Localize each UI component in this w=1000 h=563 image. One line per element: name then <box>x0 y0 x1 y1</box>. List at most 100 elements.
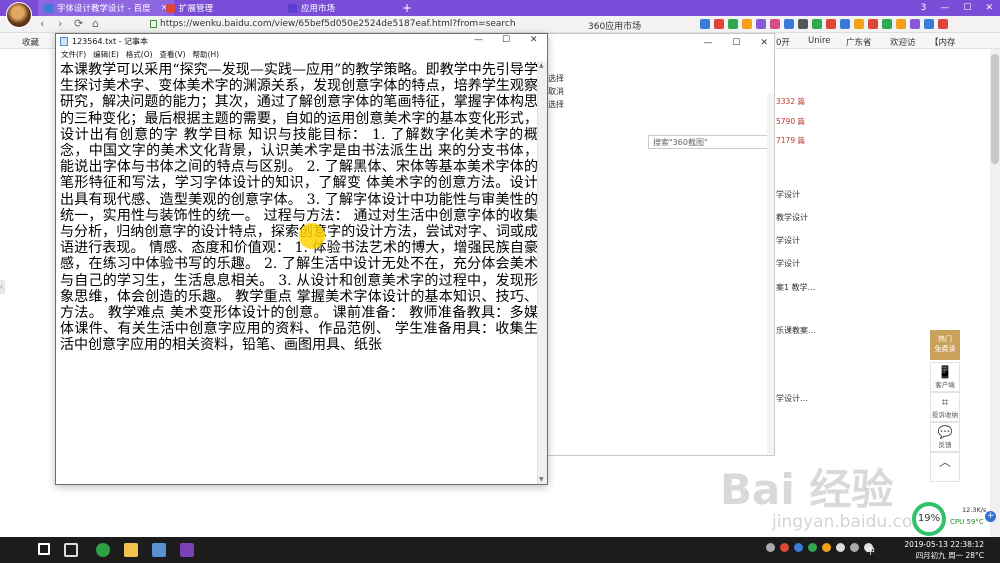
tab-counter[interactable]: 3 <box>914 3 934 13</box>
close-button[interactable]: ✕ <box>530 35 538 45</box>
tab-extensions[interactable]: 扩展管理 <box>160 0 219 16</box>
explorer-scrollbar[interactable] <box>767 94 774 454</box>
notepad-text-area[interactable]: 本课教学可以采用“探究—发现—实践—应用”的教学策略。即教学中先引导学生探讨美术… <box>57 61 538 484</box>
tray-icon[interactable] <box>836 543 845 552</box>
notepad-taskbar-icon[interactable] <box>152 543 166 557</box>
notepad-scrollbar[interactable]: ▲ ▼ <box>537 61 547 484</box>
bookmark-item[interactable]: 欢迎访 <box>890 36 916 48</box>
extension-icon[interactable] <box>812 19 822 29</box>
network-speed-widget[interactable]: 19% 12.3K/s CPU 59°C + <box>910 498 1000 536</box>
new-tab-button[interactable]: + <box>402 0 412 16</box>
related-doc-link[interactable]: 学设计 <box>776 235 800 246</box>
extension-icon[interactable] <box>714 19 724 29</box>
page-scrollbar-thumb[interactable] <box>991 54 999 164</box>
extension-icon[interactable] <box>742 19 752 29</box>
tab-label: 字体设计教学设计 - 百度 <box>57 4 151 14</box>
bookmark-item[interactable]: 广东省 <box>846 36 872 48</box>
explorer-search-input[interactable]: 搜索"360截图" <box>648 135 770 149</box>
plus-icon[interactable]: + <box>985 511 996 522</box>
maximize-button[interactable]: ☐ <box>732 38 740 48</box>
close-button[interactable]: ✕ <box>978 3 1000 13</box>
windows-start-icon[interactable] <box>38 543 50 555</box>
input-method-indicator[interactable]: 中 <box>866 544 875 557</box>
baidu-wenku-icon <box>44 3 53 13</box>
tray-icon[interactable] <box>808 543 817 552</box>
ribbon-select-all[interactable]: 选择 <box>548 72 564 85</box>
scroll-up-icon[interactable]: ▲ <box>539 62 544 69</box>
free-read-label: 免费读 <box>934 345 956 353</box>
tray-icon[interactable] <box>766 543 775 552</box>
system-clock[interactable]: 2019-05-13 22:38:12 四月初九 周一 28°C <box>902 539 984 561</box>
back-to-top-button[interactable]: ︿ <box>930 452 960 482</box>
menu-file[interactable]: 文件(F) <box>61 49 86 60</box>
browser-navbar: ‹ › ⟳ ⌂ https://wenku.baidu.com/view/65b… <box>0 16 1000 33</box>
minimize-button[interactable]: — <box>933 3 956 13</box>
tray-icon[interactable] <box>822 543 831 552</box>
related-doc-link[interactable]: 教学设计 <box>776 212 808 223</box>
tab-app-market[interactable]: 应用市场 <box>282 0 341 16</box>
explorer-ribbon-items: 选择 取消 选择 <box>548 72 564 111</box>
extension-icon[interactable] <box>910 19 920 29</box>
extension-icon[interactable] <box>854 19 864 29</box>
extension-icon[interactable] <box>756 19 766 29</box>
tray-icon[interactable] <box>780 543 789 552</box>
browser-360-icon[interactable] <box>96 543 110 557</box>
menu-help[interactable]: 帮助(H) <box>193 49 220 60</box>
hot-label: 热门 <box>938 335 952 343</box>
related-doc-link[interactable]: 学设计... <box>776 393 808 404</box>
menu-edit[interactable]: 编辑(E) <box>93 49 119 60</box>
reload-button[interactable]: ⟳ <box>74 18 83 30</box>
extension-icon[interactable] <box>938 19 948 29</box>
maximize-button[interactable]: ☐ <box>956 3 978 13</box>
ribbon-invert-select[interactable]: 选择 <box>548 98 564 111</box>
windows-taskbar: 中 2019-05-13 22:38:12 四月初九 周一 28°C <box>0 537 1000 563</box>
bookmark-item[interactable]: 【内存 <box>930 36 956 48</box>
extension-icon[interactable] <box>784 19 794 29</box>
extension-icon[interactable] <box>700 19 710 29</box>
bookmark-favorites[interactable]: 收藏 <box>22 36 39 48</box>
related-doc-link[interactable]: 案1 教学... <box>776 282 815 293</box>
extension-icon[interactable] <box>798 19 808 29</box>
back-button[interactable]: ‹ <box>40 18 44 30</box>
extension-icon[interactable] <box>896 19 906 29</box>
file-explorer-icon[interactable] <box>124 543 138 557</box>
extension-icon[interactable] <box>868 19 878 29</box>
report-button[interactable]: ⌗ 投诉收纳 <box>930 392 960 422</box>
extension-icon[interactable] <box>840 19 850 29</box>
onenote-icon[interactable] <box>180 543 194 557</box>
minimize-button[interactable]: — <box>703 38 712 48</box>
app-market-label[interactable]: 360应用市场 <box>588 19 641 32</box>
feedback-button[interactable]: 💬 反馈 <box>930 422 960 452</box>
chevron-up-icon: ︿ <box>938 455 951 469</box>
tab-wenku[interactable]: 字体设计教学设计 - 百度 × <box>38 0 175 16</box>
address-bar[interactable]: https://wenku.baidu.com/view/65bef5d050e… <box>160 19 516 29</box>
menu-view[interactable]: 查看(V) <box>160 49 186 60</box>
menu-format[interactable]: 格式(O) <box>126 49 153 60</box>
client-button[interactable]: 📱 客户端 <box>930 362 960 392</box>
extension-icon[interactable] <box>826 19 836 29</box>
tray-icon[interactable] <box>794 543 803 552</box>
related-doc-link[interactable]: 学设计 <box>776 189 800 200</box>
notepad-titlebar[interactable]: 123564.txt - 记事本 — ☐ ✕ <box>56 34 547 48</box>
home-button[interactable]: ⌂ <box>92 18 99 30</box>
ribbon-select-none[interactable]: 取消 <box>548 85 564 98</box>
extension-icon[interactable] <box>882 19 892 29</box>
doc-count: 3332 篇 <box>776 97 805 106</box>
related-doc-link[interactable]: 学设计 <box>776 258 800 269</box>
bookmark-item[interactable]: 0开 <box>776 36 790 48</box>
task-view-icon[interactable] <box>64 543 78 557</box>
scroll-down-icon[interactable]: ▼ <box>539 476 544 483</box>
extension-icon[interactable] <box>728 19 738 29</box>
bookmark-item[interactable]: Unire <box>808 36 831 46</box>
minimize-button[interactable]: — <box>474 35 483 45</box>
tray-icon[interactable] <box>850 543 859 552</box>
related-doc-link[interactable]: 乐课教案... <box>776 325 816 336</box>
extension-icon[interactable] <box>770 19 780 29</box>
hot-free-read-button[interactable]: 热门 免费读 <box>930 330 960 360</box>
left-collapse-arrow[interactable]: ‹ <box>0 280 5 294</box>
maximize-button[interactable]: ☐ <box>502 35 510 45</box>
close-button[interactable]: ✕ <box>760 38 768 48</box>
extension-icon[interactable] <box>924 19 934 29</box>
forward-button[interactable]: › <box>58 18 62 30</box>
user-avatar[interactable] <box>6 2 32 28</box>
